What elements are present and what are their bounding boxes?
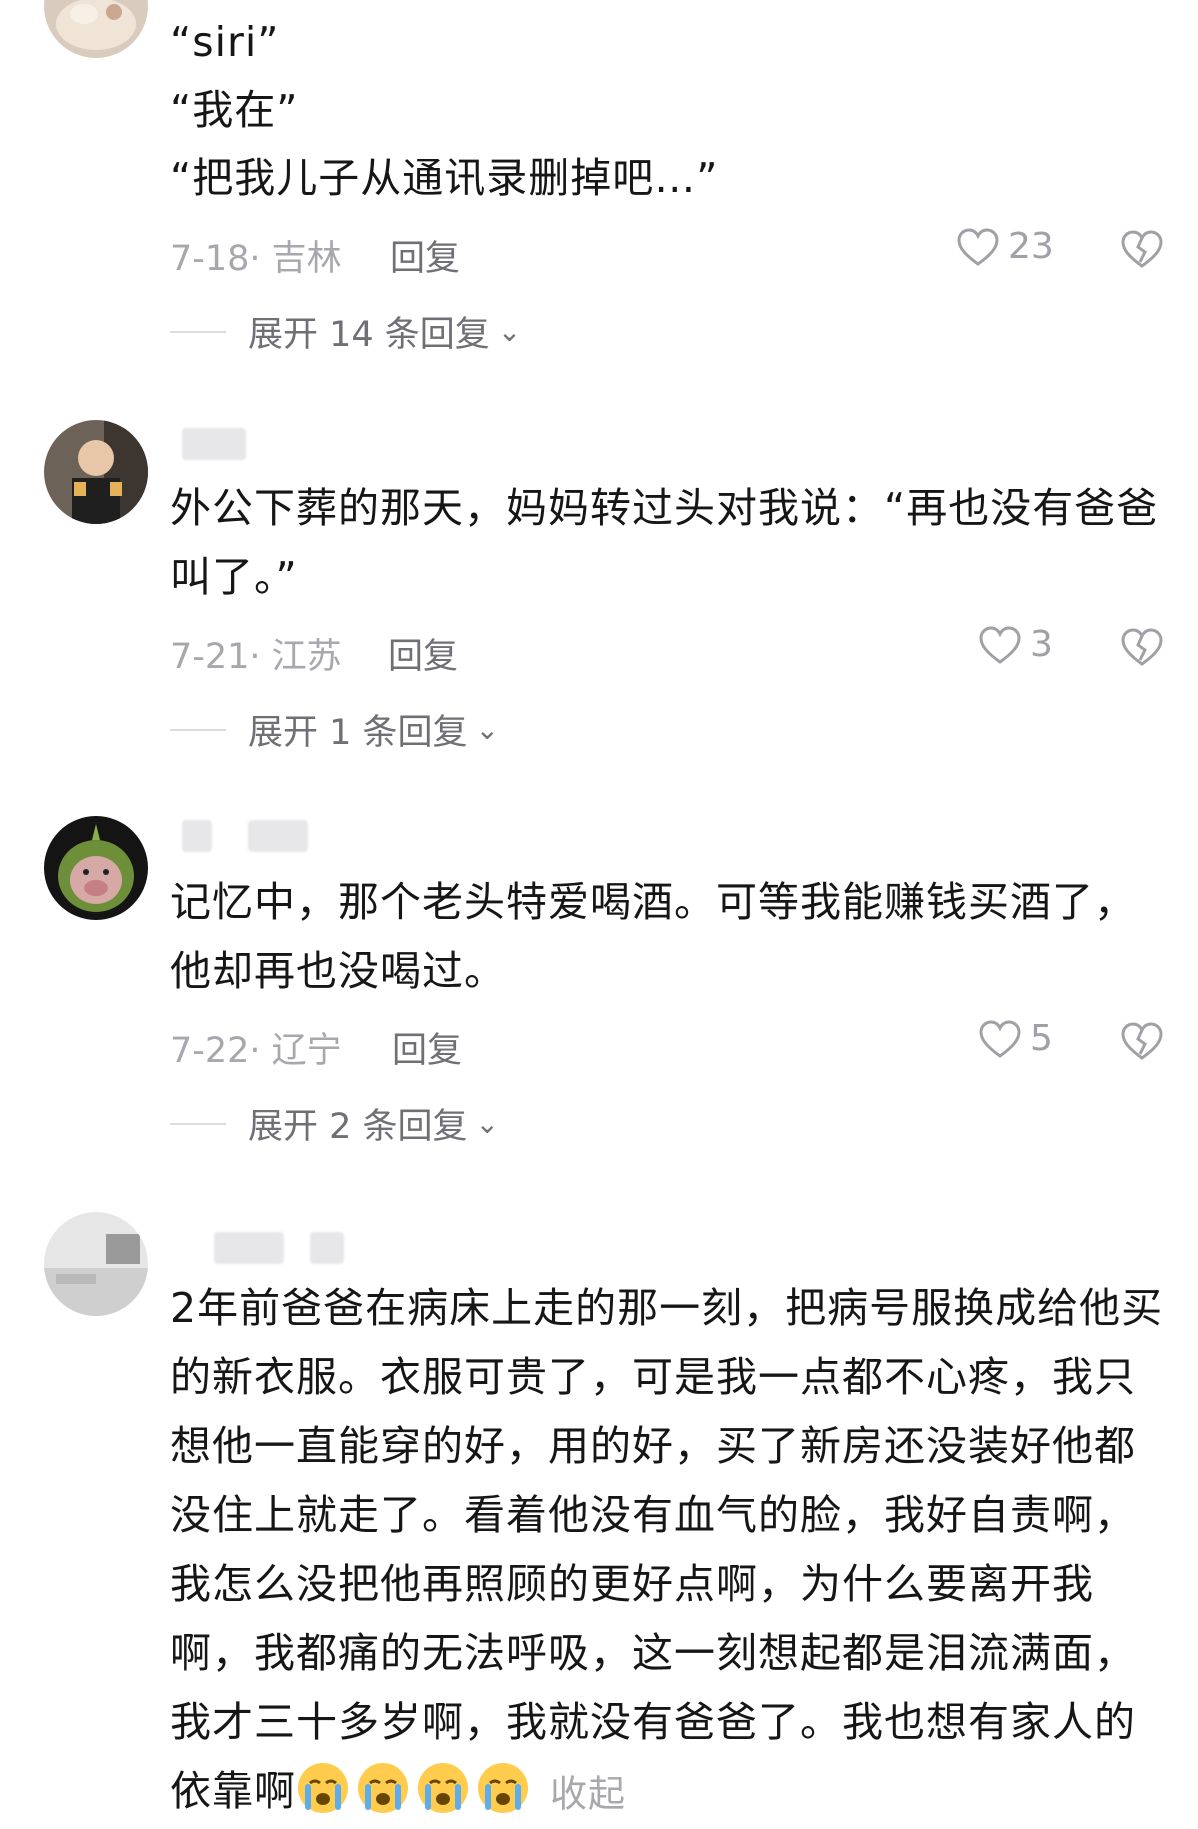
divider-line	[170, 728, 226, 731]
like-button[interactable]: 23	[956, 226, 1054, 267]
username-redacted	[248, 820, 308, 852]
like-count: 3	[1030, 624, 1053, 665]
username-redacted	[310, 1232, 344, 1264]
expand-replies[interactable]: 展开 14 条回复 ⌄	[170, 306, 521, 357]
crying-face-emoji	[478, 1763, 528, 1813]
reply-button[interactable]: 回复	[392, 1022, 462, 1073]
chevron-down-icon: ⌄	[475, 1107, 499, 1140]
dislike-button[interactable]	[1120, 626, 1164, 668]
like-button[interactable]: 5	[978, 1018, 1053, 1059]
username-redacted	[182, 820, 212, 852]
like-count: 5	[1030, 1018, 1053, 1059]
expand-label: 展开 1 条回复	[248, 713, 468, 753]
chevron-down-icon: ⌄	[475, 713, 499, 746]
heart-outline-icon	[979, 625, 1021, 664]
comment-line: “我在”	[170, 86, 299, 134]
broken-heart-icon	[1121, 230, 1163, 268]
dislike-button[interactable]	[1120, 228, 1164, 270]
comment-text: 记忆中，那个老头特爱喝酒。可等我能赚钱买酒了，他却再也没喝过。	[170, 878, 1136, 995]
crying-face-emoji	[298, 1763, 348, 1813]
username-redacted	[214, 1232, 284, 1264]
user-avatar[interactable]	[44, 1212, 148, 1316]
expand-replies[interactable]: 展开 2 条回复 ⌄	[170, 1098, 499, 1149]
collapse-button[interactable]: 收起	[550, 1773, 626, 1816]
expand-replies[interactable]: 展开 1 条回复 ⌄	[170, 704, 499, 755]
comment-body: 2年前爸爸在病床上走的那一刻，把病号服换成给他买的新衣服。衣服可贵了，可是我一点…	[170, 1284, 1164, 1815]
comment-date-location: 7-18· 吉林	[170, 239, 342, 279]
comment-date-location: 7-22· 辽宁	[170, 1031, 342, 1071]
expand-label: 展开 14 条回复	[248, 315, 490, 355]
comment-line: “siri”	[170, 18, 280, 66]
broken-heart-icon	[1121, 1022, 1163, 1060]
divider-line	[170, 330, 226, 333]
divider-line	[170, 1122, 226, 1125]
comment-text: 2年前爸爸在病床上走的那一刻，把病号服换成给他买的新衣服。衣服可贵了，可是我一点…	[170, 1274, 1168, 1829]
broken-heart-icon	[1121, 628, 1163, 666]
username-redacted	[182, 428, 246, 460]
dislike-button[interactable]	[1120, 1020, 1164, 1062]
user-avatar[interactable]	[44, 420, 148, 524]
heart-outline-icon	[979, 1019, 1021, 1058]
like-count: 23	[1008, 226, 1054, 267]
crying-face-emoji	[358, 1763, 408, 1813]
heart-outline-icon	[957, 227, 999, 266]
chevron-down-icon: ⌄	[497, 315, 522, 348]
user-avatar[interactable]	[44, 0, 148, 58]
comment-date-location: 7-21· 江苏	[170, 637, 342, 677]
comment-text: 外公下葬的那天，妈妈转过头对我说：“再也没有爸爸叫了。”	[170, 484, 1159, 601]
expand-label: 展开 2 条回复	[248, 1107, 468, 1147]
crying-face-emoji	[418, 1763, 468, 1813]
like-button[interactable]: 3	[978, 624, 1053, 665]
reply-button[interactable]: 回复	[388, 628, 458, 679]
comment-line: “把我儿子从通讯录删掉吧…”	[170, 154, 719, 202]
reply-button[interactable]: 回复	[390, 230, 460, 281]
user-avatar[interactable]	[44, 816, 148, 920]
